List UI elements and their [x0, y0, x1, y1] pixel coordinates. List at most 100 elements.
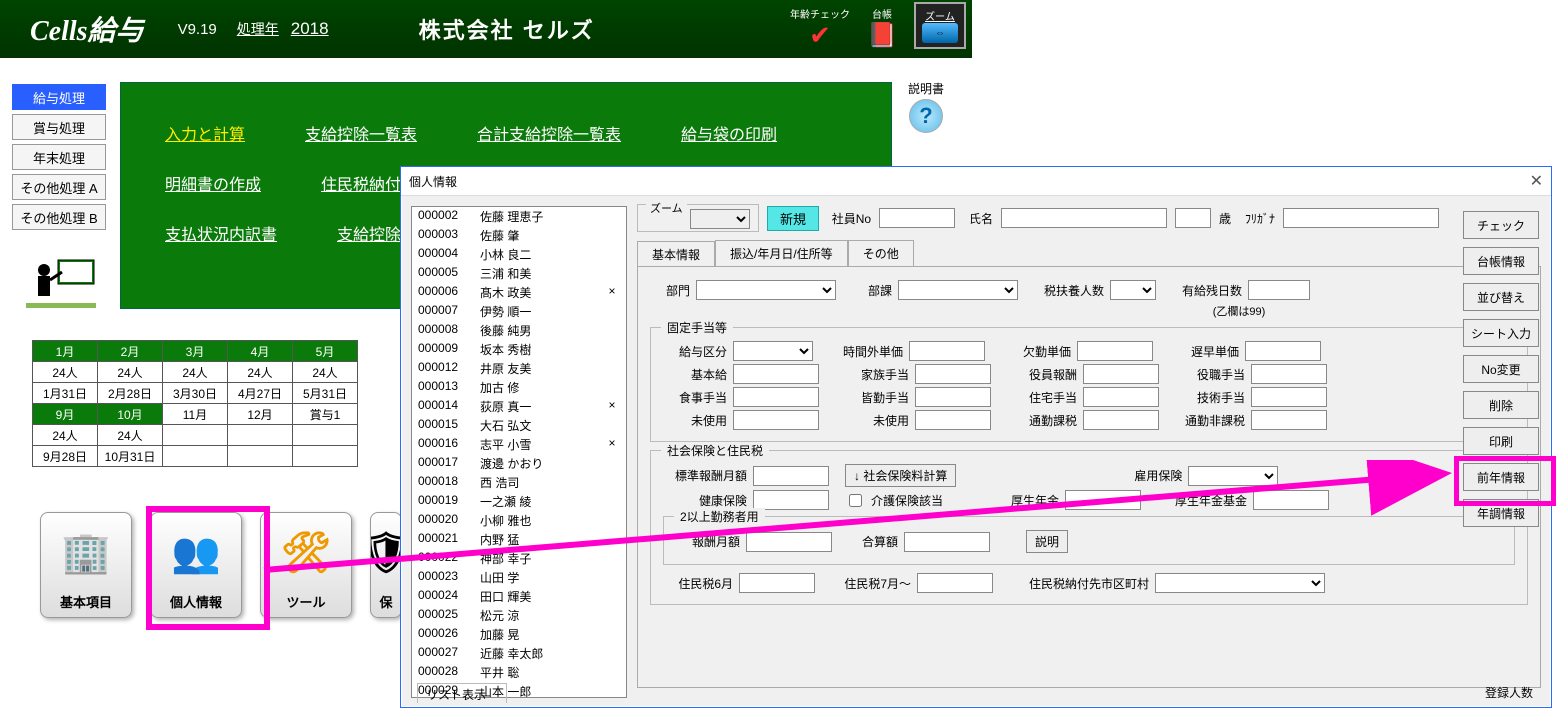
- zoom-button[interactable]: ズーム ⇔: [914, 2, 966, 49]
- tab-transfer[interactable]: 振込/年月日/住所等: [715, 240, 848, 266]
- list-item[interactable]: 000004小林 良二: [412, 245, 626, 264]
- officer-field[interactable]: [1083, 364, 1159, 384]
- list-item[interactable]: 000026加藤 晃: [412, 625, 626, 644]
- unused2-field[interactable]: [915, 410, 991, 430]
- attend-field[interactable]: [915, 387, 991, 407]
- restax-june-field[interactable]: [739, 573, 815, 593]
- absent-rate-field[interactable]: [1077, 341, 1153, 361]
- welfare-field[interactable]: [1065, 490, 1141, 510]
- pay-class-select[interactable]: [733, 341, 813, 361]
- dual-total-field[interactable]: [904, 532, 990, 552]
- year-value[interactable]: 2018: [291, 19, 329, 39]
- paid-leave-field[interactable]: [1248, 280, 1310, 300]
- std-monthly-field[interactable]: [753, 466, 829, 486]
- dual-explain-button[interactable]: 説明: [1026, 530, 1068, 553]
- list-item[interactable]: 000003佐藤 肇: [412, 226, 626, 245]
- sort-button[interactable]: 並び替え: [1463, 283, 1539, 311]
- list-item[interactable]: 000014荻原 真一×: [412, 397, 626, 416]
- age-field[interactable]: [1175, 208, 1211, 228]
- list-item[interactable]: 000016志平 小雪×: [412, 435, 626, 454]
- menu-pay-envelope[interactable]: 給与袋の印刷: [681, 121, 777, 145]
- list-item[interactable]: 000017渡邊 かおり: [412, 454, 626, 473]
- mode-other-b[interactable]: その他処理 B: [12, 204, 106, 230]
- list-item[interactable]: 000006髙木 政美×: [412, 283, 626, 302]
- insurance-button-partial[interactable]: 🛡 保: [370, 512, 402, 618]
- list-item[interactable]: 000007伊勢 順一: [412, 302, 626, 321]
- restax-city-select[interactable]: [1155, 573, 1325, 593]
- family-field[interactable]: [915, 364, 991, 384]
- dept-select[interactable]: [696, 280, 836, 300]
- year-adjust-button[interactable]: 年調情報: [1463, 499, 1539, 527]
- sect-select[interactable]: [898, 280, 1018, 300]
- ledger-button[interactable]: 台帳 📕: [868, 6, 896, 49]
- late-rate-field[interactable]: [1245, 341, 1321, 361]
- menu-total-list[interactable]: 合計支給控除一覧表: [477, 121, 621, 145]
- mode-other-a[interactable]: その他処理 A: [12, 174, 106, 200]
- list-item[interactable]: 000019一之瀬 綾: [412, 492, 626, 511]
- ledger-info-button[interactable]: 台帳情報: [1463, 247, 1539, 275]
- list-item[interactable]: 000005三浦 和美: [412, 264, 626, 283]
- list-item[interactable]: 000027近藤 幸太郎: [412, 644, 626, 663]
- list-item[interactable]: 000012井原 友美: [412, 359, 626, 378]
- list-item[interactable]: 000002佐藤 理恵子: [412, 207, 626, 226]
- tab-other[interactable]: その他: [848, 240, 914, 266]
- unused1-field[interactable]: [733, 410, 819, 430]
- base-field[interactable]: [733, 364, 819, 384]
- no-change-button[interactable]: No変更: [1463, 355, 1539, 383]
- commute-notax-field[interactable]: [1251, 410, 1327, 430]
- new-button[interactable]: 新規: [767, 206, 819, 231]
- check-button[interactable]: チェック: [1463, 211, 1539, 239]
- menu-resident-tax[interactable]: 住民税納付: [321, 171, 401, 195]
- prev-year-button[interactable]: 前年情報: [1463, 463, 1539, 491]
- list-item[interactable]: 000022神部 幸子: [412, 549, 626, 568]
- menu-slip-create[interactable]: 明細書の作成: [165, 171, 261, 195]
- menu-deduction-list[interactable]: 支給控除一覧表: [305, 121, 417, 145]
- sheet-input-button[interactable]: シート入力: [1463, 319, 1539, 347]
- print-button[interactable]: 印刷: [1463, 427, 1539, 455]
- age-check-button[interactable]: 年齢チェック ✔: [790, 6, 850, 49]
- list-item[interactable]: 000013加古 修: [412, 378, 626, 397]
- emp-no-field[interactable]: [879, 208, 955, 228]
- commute-tax-field[interactable]: [1083, 410, 1159, 430]
- menu-payment-detail[interactable]: 支払状況内訳書: [165, 221, 277, 245]
- ot-rate-field[interactable]: [909, 341, 985, 361]
- list-item[interactable]: 000028平井 聡: [412, 663, 626, 682]
- list-item[interactable]: 000008後藤 純男: [412, 321, 626, 340]
- list-item[interactable]: 000009坂本 秀樹: [412, 340, 626, 359]
- delete-button[interactable]: 削除: [1463, 391, 1539, 419]
- tab-basic[interactable]: 基本情報: [637, 241, 715, 267]
- health-field[interactable]: [753, 490, 829, 510]
- list-item[interactable]: 000018西 浩司: [412, 473, 626, 492]
- close-icon[interactable]: ✕: [1530, 171, 1543, 191]
- dual-monthly-field[interactable]: [746, 532, 832, 552]
- help-area[interactable]: 説明書 ?: [908, 80, 944, 133]
- skill-field[interactable]: [1251, 387, 1327, 407]
- kana-field[interactable]: [1283, 208, 1439, 228]
- employee-list[interactable]: 000002佐藤 理恵子000003佐藤 肇000004小林 良二000005三…: [411, 206, 627, 698]
- list-item[interactable]: 000020小柳 雅也: [412, 511, 626, 530]
- meal-field[interactable]: [733, 387, 819, 407]
- welfare-fund-field[interactable]: [1253, 490, 1329, 510]
- dependents-select[interactable]: [1110, 280, 1156, 300]
- list-item[interactable]: 000021内野 猛: [412, 530, 626, 549]
- care-checkbox[interactable]: [849, 494, 862, 507]
- house-field[interactable]: [1083, 387, 1159, 407]
- list-item[interactable]: 000024田口 輝美: [412, 587, 626, 606]
- basic-items-button[interactable]: 🏢 基本項目: [40, 512, 132, 618]
- list-item[interactable]: 000025松元 涼: [412, 606, 626, 625]
- mode-bonus[interactable]: 賞与処理: [12, 114, 106, 140]
- zoom-select[interactable]: [690, 209, 750, 229]
- emp-ins-select[interactable]: [1188, 466, 1278, 486]
- mode-yearend[interactable]: 年末処理: [12, 144, 106, 170]
- mode-salary[interactable]: 給与処理: [12, 84, 106, 110]
- presenter-icon: [26, 258, 96, 308]
- menu-input-calc[interactable]: 入力と計算: [165, 121, 245, 145]
- tools-button[interactable]: 🛠 ツール: [260, 512, 352, 618]
- list-item[interactable]: 000023山田 学: [412, 568, 626, 587]
- name-field[interactable]: [1001, 208, 1167, 228]
- calc-insurance-button[interactable]: ↓ 社会保険料計算: [845, 464, 956, 487]
- list-item[interactable]: 000015大石 弘文: [412, 416, 626, 435]
- restax-july-field[interactable]: [917, 573, 993, 593]
- post-field[interactable]: [1251, 364, 1327, 384]
- personal-info-button[interactable]: 👥 個人情報: [150, 512, 242, 618]
